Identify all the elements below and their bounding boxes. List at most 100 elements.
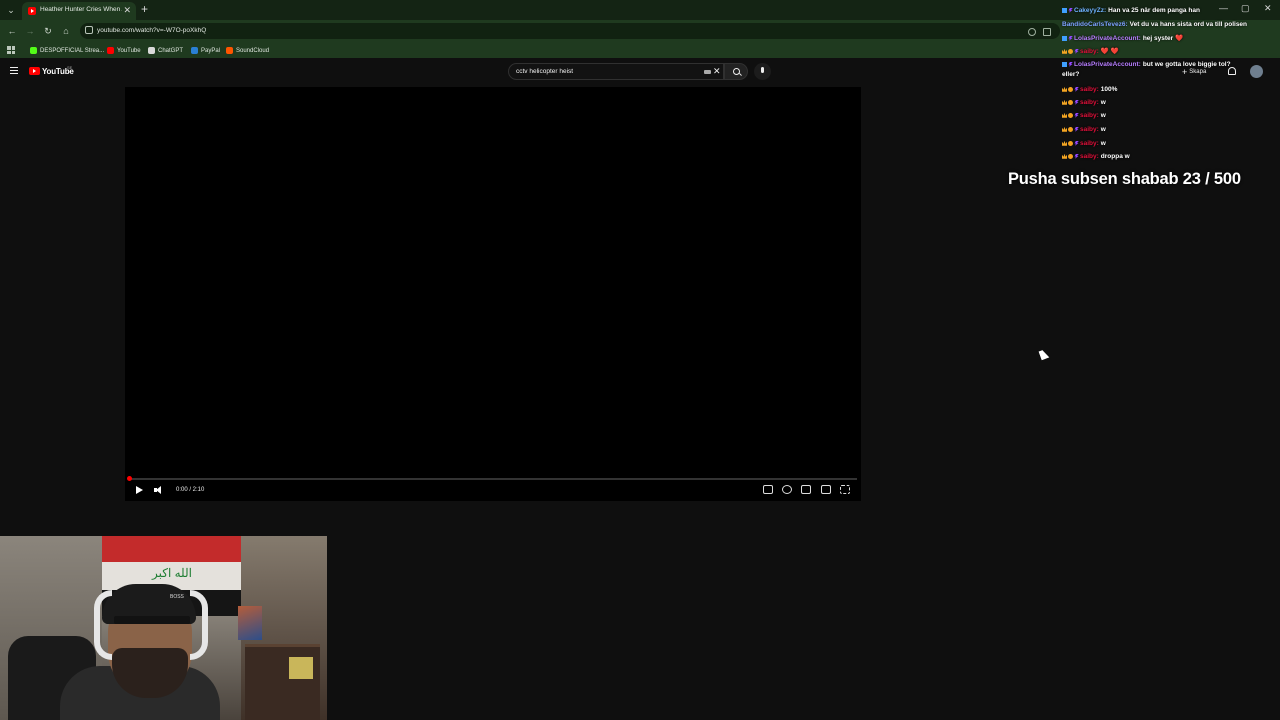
scrubber-handle[interactable] — [127, 476, 132, 481]
minimize-button[interactable]: — — [1219, 3, 1228, 13]
sub-badge-icon — [1068, 140, 1073, 146]
chat-message: saiby: ❤️ ❤️ — [1062, 47, 1119, 55]
chat-message: saiby: droppa w — [1062, 153, 1130, 160]
kick-icon — [30, 47, 37, 54]
bolt-badge-icon — [1074, 99, 1079, 105]
paypal-icon — [191, 47, 198, 54]
crown-badge-icon — [1062, 48, 1067, 54]
home-icon[interactable]: ⌂ — [60, 25, 72, 37]
youtube-favicon-icon — [28, 7, 36, 15]
zoom-icon[interactable] — [1028, 28, 1036, 36]
chat-username[interactable]: saiby: — [1080, 153, 1099, 160]
youtube-logo-icon[interactable] — [29, 67, 40, 75]
new-tab-button[interactable]: + — [141, 2, 148, 16]
chat-username[interactable]: saiby: — [1080, 140, 1099, 147]
headphones-right — [190, 590, 208, 660]
chat-username[interactable]: saiby: — [1080, 112, 1099, 119]
chat-text: ❤️ ❤️ — [1100, 48, 1119, 55]
chat-message: CakeyyZz: Han va 25 när dem panga han — [1062, 7, 1200, 14]
window-close-button[interactable]: ✕ — [1264, 3, 1272, 14]
clear-search-icon[interactable]: ✕ — [713, 66, 721, 77]
reload-icon[interactable]: ↻ — [42, 25, 54, 37]
notifications-bell-icon[interactable] — [1228, 67, 1236, 75]
screen: ⌄ Heather Hunter Cries When Ad ✕ + — ▢ ✕… — [0, 0, 1280, 720]
bookmark-youtube[interactable]: YouTube — [107, 45, 141, 56]
headphones-icon — [94, 590, 112, 660]
crown-badge-icon — [1062, 140, 1067, 146]
bookmark-paypal[interactable]: PayPal — [191, 45, 220, 56]
bookmark-despofficial[interactable]: DESPOFFICIAL Strea... — [30, 45, 104, 56]
sub-badge-icon — [1068, 126, 1073, 132]
bookmark-chatgpt[interactable]: ChatGPT — [148, 45, 183, 56]
account-avatar[interactable] — [1250, 65, 1263, 78]
check-badge-icon — [1062, 61, 1067, 67]
sub-badge-icon — [1068, 153, 1073, 159]
theater-mode-icon[interactable] — [821, 485, 831, 494]
site-info-icon[interactable] — [85, 26, 93, 34]
search-button[interactable] — [724, 63, 748, 80]
maximize-button[interactable]: ▢ — [1241, 3, 1250, 14]
chat-text: eller? — [1062, 71, 1080, 78]
voice-search-mic-icon[interactable] — [754, 63, 771, 80]
chat-message: saiby: w — [1062, 99, 1106, 106]
install-app-icon[interactable] — [1043, 28, 1051, 36]
chat-text: but we gotta love biggie tol? — [1142, 61, 1231, 68]
chatgpt-icon — [148, 47, 155, 54]
url-text[interactable]: youtube.com/watch?v=-W7O-poXkhQ — [97, 27, 206, 34]
shelf — [245, 644, 320, 720]
shelf-box — [289, 657, 313, 679]
keyboard-icon[interactable] — [704, 70, 711, 74]
chat-message: eller? — [1062, 71, 1079, 78]
search-input[interactable]: cctv helicopter heist ✕ — [508, 63, 724, 80]
chat-text: Vet du va hans sista ord va till polisen — [1129, 21, 1248, 28]
progress-bar[interactable] — [129, 478, 857, 480]
cap-brim — [114, 616, 190, 624]
browser-tab-active[interactable]: Heather Hunter Cries When Ad ✕ — [22, 2, 136, 20]
chat-username[interactable]: CakeyyZz: — [1074, 7, 1106, 14]
bookmark-label: SoundCloud — [236, 47, 270, 54]
bookmark-label: ChatGPT — [158, 47, 184, 54]
tab-title: Heather Hunter Cries When Ad — [40, 6, 122, 13]
chat-username[interactable]: saiby: — [1080, 99, 1099, 106]
fullscreen-icon[interactable] — [840, 485, 850, 494]
crown-badge-icon — [1062, 153, 1067, 159]
chat-username[interactable]: LolasPrivateAccount: — [1074, 35, 1141, 42]
chat-text: droppa w — [1100, 153, 1130, 160]
miniplayer-icon[interactable] — [801, 485, 811, 494]
tab-search-chevron-icon[interactable]: ⌄ — [4, 3, 18, 17]
poster — [238, 606, 262, 640]
menu-hamburger-icon[interactable] — [10, 67, 18, 74]
sub-badge-icon — [1068, 48, 1073, 54]
settings-gear-icon[interactable] — [782, 485, 792, 494]
chat-username[interactable]: LolasPrivateAccount: — [1074, 61, 1141, 68]
bolt-badge-icon — [1068, 7, 1073, 13]
bookmark-label: PayPal — [201, 47, 221, 54]
video-player[interactable]: 0:00 / 2:10 — [125, 87, 861, 501]
subtitles-icon[interactable] — [763, 485, 773, 494]
flag-stripe-red — [102, 536, 241, 562]
youtube-icon — [107, 47, 114, 54]
chat-message: saiby: w — [1062, 140, 1106, 147]
back-arrow-icon[interactable]: ← — [6, 25, 18, 37]
cap-logo: BOSS — [170, 594, 184, 600]
forward-arrow-icon[interactable]: → — [24, 25, 36, 37]
bolt-badge-icon — [1074, 86, 1079, 92]
chat-username[interactable]: BandidoCarlsTevez6: — [1062, 21, 1128, 28]
search-query[interactable]: cctv helicopter heist — [516, 68, 573, 75]
bookmark-soundcloud[interactable]: SoundCloud — [226, 45, 269, 56]
tab-close-icon[interactable]: ✕ — [123, 5, 131, 16]
bolt-badge-icon — [1074, 112, 1079, 118]
chat-username[interactable]: saiby: — [1080, 126, 1099, 133]
address-bar[interactable]: youtube.com/watch?v=-W7O-poXkhQ — [80, 23, 1060, 39]
crown-badge-icon — [1062, 112, 1067, 118]
soundcloud-icon — [226, 47, 233, 54]
chat-text: Han va 25 när dem panga han — [1108, 7, 1200, 14]
plus-icon: + — [1182, 67, 1188, 77]
chat-username[interactable]: saiby: — [1080, 86, 1099, 93]
create-label: Skapa — [1189, 69, 1207, 75]
chat-username[interactable]: saiby: — [1080, 48, 1099, 55]
sub-badge-icon — [1068, 86, 1073, 92]
volume-button[interactable] — [153, 484, 165, 496]
apps-grid-icon[interactable] — [7, 46, 15, 54]
play-button[interactable] — [134, 484, 144, 496]
